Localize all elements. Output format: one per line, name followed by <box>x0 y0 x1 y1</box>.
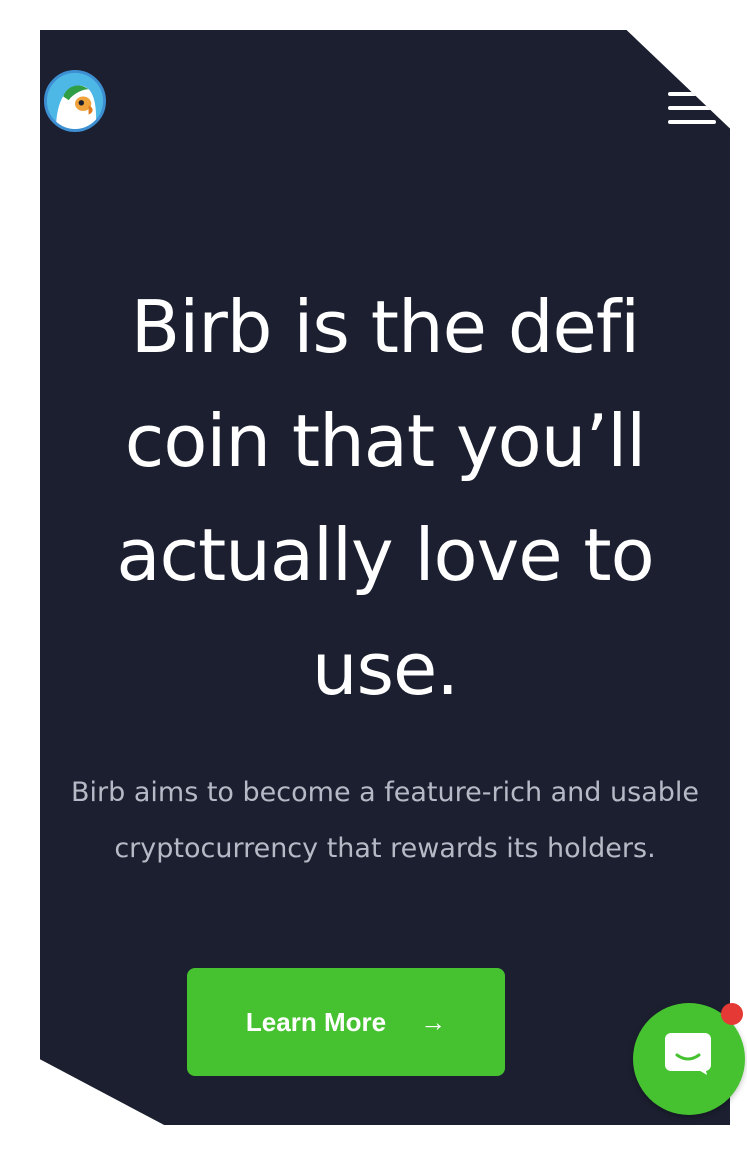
birb-logo[interactable] <box>44 70 106 132</box>
learn-more-label: Learn More <box>245 1006 387 1037</box>
chat-widget-button[interactable] <box>633 1003 745 1115</box>
arrow-right-icon: → <box>420 1006 447 1037</box>
mobile-screen: Birb is the defi coin that you’ll actual… <box>40 30 730 1125</box>
hero-subtitle: Birb aims to become a feature-rich and u… <box>71 777 699 864</box>
hero-title: Birb is the defi coin that you’ll actual… <box>116 285 654 711</box>
device-frame: Birb is the defi coin that you’ll actual… <box>0 0 747 1149</box>
menu-bar <box>668 120 716 124</box>
notification-badge <box>721 1003 743 1025</box>
hamburger-menu-icon[interactable] <box>668 92 716 128</box>
parrot-icon <box>47 73 103 129</box>
learn-more-button[interactable]: Learn More → <box>187 968 505 1076</box>
chat-bubble-icon <box>665 1033 711 1075</box>
menu-bar <box>668 92 716 96</box>
menu-bar <box>668 106 716 110</box>
